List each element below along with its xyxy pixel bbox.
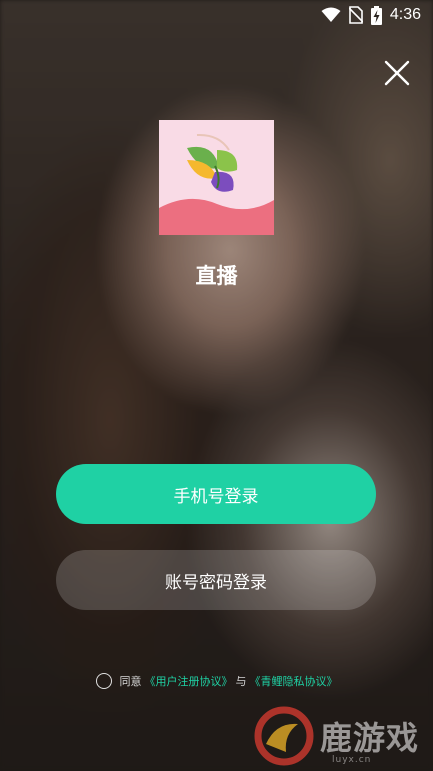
wifi-icon — [321, 7, 341, 23]
watermark-url: luyx.cn — [332, 755, 372, 765]
watermark-logo-icon — [254, 706, 314, 765]
app-logo — [159, 120, 274, 235]
background-overlay — [0, 0, 433, 771]
status-time: 4:36 — [389, 6, 421, 23]
agreement-connector: 与 — [235, 675, 247, 688]
agree-label: 同意 — [119, 675, 142, 688]
phone-login-button[interactable]: 手机号登录 — [56, 464, 376, 524]
agree-radio[interactable] — [95, 673, 112, 689]
close-button[interactable] — [382, 58, 412, 88]
watermark: 鹿游戏 luyx.cn — [252, 700, 433, 771]
watermark-text: 鹿游戏 — [320, 718, 420, 757]
app-name: 直播 — [195, 264, 238, 288]
status-bar: 4:36 — [0, 0, 433, 30]
agreement-row: 同意 《用户注册协议》 与 《青鲤隐私协议》 — [0, 673, 433, 689]
account-password-login-button[interactable]: 账号密码登录 — [56, 550, 376, 610]
close-icon — [384, 60, 410, 86]
user-agreement-link[interactable]: 《用户注册协议》 — [145, 673, 233, 689]
no-sim-icon — [348, 6, 363, 24]
battery-charging-icon — [370, 5, 382, 25]
privacy-agreement-link[interactable]: 《青鲤隐私协议》 — [250, 673, 338, 689]
butterfly-logo-icon — [159, 120, 274, 235]
